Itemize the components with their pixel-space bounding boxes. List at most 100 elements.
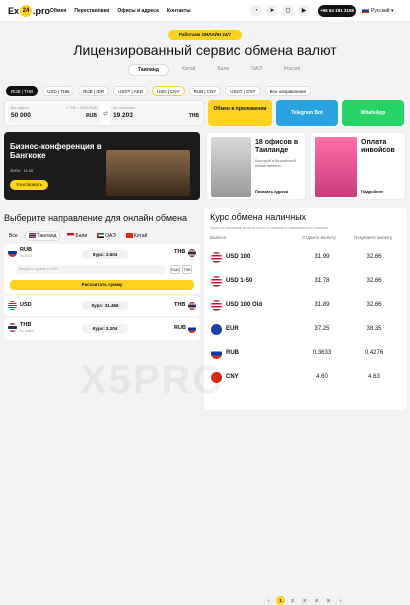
russia-flag-icon bbox=[8, 248, 17, 257]
pair-chips: RUB | THB USD | THB RUB | IDR USDT | AED… bbox=[6, 86, 311, 96]
filter-bali[interactable]: Бали bbox=[64, 232, 90, 240]
rate-row: RUB 0.3633 0.4276 bbox=[204, 344, 407, 364]
tab-uae[interactable]: ОАЭ bbox=[242, 64, 271, 76]
phone-button[interactable]: +66 64 181 3158 bbox=[318, 5, 356, 17]
youtube-icon[interactable]: ▶ bbox=[298, 5, 310, 17]
filter-all[interactable]: Все bbox=[6, 232, 21, 240]
direction-row-expanded[interactable]: RUB по СБП Курс: 2.604 THB Введите сумму… bbox=[4, 244, 200, 294]
invoice-title: Оплата инвойсов bbox=[361, 139, 395, 154]
participate-button[interactable]: Участвовать bbox=[10, 180, 49, 190]
col-buy: Покупаете валюту bbox=[354, 235, 393, 240]
page-1[interactable]: 1 bbox=[276, 596, 285, 605]
rates-title: Курс обмена наличных bbox=[210, 212, 307, 222]
nav-permutations[interactable]: Перестановки bbox=[74, 8, 109, 14]
offices-subtitle: Быстрый и безопасный обмен валюты bbox=[255, 159, 297, 168]
main-nav: Обмен Перестановки Офисы и адреса Контак… bbox=[50, 8, 190, 14]
instagram-icon[interactable]: ◻ bbox=[282, 5, 294, 17]
direction-title: Выберите направление для онлайн обмена bbox=[4, 213, 188, 223]
page-5[interactable]: 5 bbox=[324, 596, 333, 605]
pair-chip[interactable]: RUB | CNY bbox=[188, 86, 222, 96]
nav-offices[interactable]: Офисы и адреса bbox=[117, 8, 159, 14]
currency-toggle-rub[interactable]: RUB bbox=[170, 265, 180, 274]
invoice-more-link[interactable]: Подробнее bbox=[361, 189, 383, 194]
invoice-photo bbox=[315, 137, 357, 197]
logo[interactable]: Ex 24 .pro bbox=[8, 5, 50, 17]
language-selector[interactable]: Русский ▾ bbox=[362, 5, 402, 17]
app-exchange-button[interactable]: Обмен в приложении bbox=[208, 100, 272, 126]
page-3[interactable]: 3 bbox=[300, 596, 309, 605]
amount-input[interactable]: Введите сумму в RUB bbox=[16, 265, 166, 274]
pair-chip[interactable]: RUB | THB bbox=[6, 86, 39, 96]
offices-card[interactable]: 18 офисов в Таиланде Быстрый и безопасны… bbox=[206, 132, 306, 200]
tab-china[interactable]: Китай bbox=[173, 64, 205, 76]
next-page-icon[interactable]: › bbox=[336, 596, 345, 605]
usa-flag-icon bbox=[211, 300, 222, 311]
prev-page-icon[interactable]: ‹ bbox=[264, 596, 273, 605]
conference-date: 30/04 · 11:00 bbox=[10, 168, 34, 173]
thailand-flag-icon bbox=[188, 302, 196, 310]
rate-row: USD 1-50 31.78 32.66 bbox=[204, 272, 407, 292]
country-tabs: Таиланд Китай Бали ОАЭ Россия bbox=[128, 64, 309, 76]
indonesia-flag-icon bbox=[67, 233, 75, 239]
telegram-icon[interactable]: ➤ bbox=[266, 5, 278, 17]
usa-flag-icon bbox=[8, 301, 17, 310]
usa-flag-icon bbox=[211, 252, 222, 263]
thailand-flag-icon bbox=[8, 323, 17, 332]
cash-rates-panel: Курс обмена наличных Курсы на наличные в… bbox=[204, 208, 407, 605]
invoice-card[interactable]: Оплата инвойсов Подробнее bbox=[310, 132, 406, 200]
russia-flag-icon bbox=[362, 8, 369, 14]
currency-toggle-thb[interactable]: THB bbox=[182, 265, 192, 274]
pair-chip[interactable]: USD | CNY bbox=[151, 86, 185, 96]
swap-arrow-icon[interactable]: ⇄ bbox=[103, 110, 108, 117]
rate-row: USD 100 31.99 32.66 bbox=[204, 248, 407, 268]
pair-chip[interactable]: USDT | CNY bbox=[225, 86, 261, 96]
logo-text-pre: Ex bbox=[8, 6, 20, 16]
get-amount[interactable]: 19 203 bbox=[113, 112, 199, 119]
rates-subtitle: Курсы на наличные валюты могут отличатьс… bbox=[210, 226, 328, 230]
whatsapp-button[interactable]: WhatsApp bbox=[342, 100, 404, 126]
direction-row[interactable]: THB по online Курс: 2.204 RUB bbox=[4, 318, 200, 340]
page-4[interactable]: 4 bbox=[312, 596, 321, 605]
page-2[interactable]: 2 bbox=[288, 596, 297, 605]
telegram-bot-button[interactable]: Telegram Bot bbox=[276, 100, 338, 126]
office-photo bbox=[211, 137, 251, 197]
get-field[interactable]: Вы получаете 19 203 THB bbox=[110, 104, 202, 124]
pagination: ‹ 1 2 3 4 5 › bbox=[264, 596, 345, 605]
tab-thailand[interactable]: Таиланд bbox=[128, 64, 169, 76]
offices-title: 18 офисов в Таиланде bbox=[255, 139, 299, 154]
nav-exchange[interactable]: Обмен bbox=[50, 8, 66, 14]
pair-chip[interactable]: RUB | IDR bbox=[78, 86, 110, 96]
whatsapp-icon[interactable]: ◔ bbox=[250, 5, 262, 17]
exchange-calculator: Вы отдаете 1 THB = 2.604 RUB 50 000 RUB … bbox=[4, 100, 204, 126]
tab-russia[interactable]: Россия bbox=[275, 64, 309, 76]
thailand-flag-icon bbox=[28, 233, 36, 239]
direction-row[interactable]: USD Курс: 31.466 THB bbox=[4, 296, 200, 316]
rate-row: USD 100 Old 31.89 32.66 bbox=[204, 296, 407, 316]
online-badge: Работаем ОНЛАЙН 24/7 bbox=[168, 30, 242, 40]
filter-china[interactable]: Китай bbox=[123, 232, 151, 240]
all-directions-chip[interactable]: Все направления bbox=[264, 86, 311, 96]
eu-flag-icon bbox=[211, 324, 222, 335]
china-flag-icon bbox=[125, 233, 133, 239]
nav-contacts[interactable]: Контакты bbox=[167, 8, 191, 14]
tab-bali[interactable]: Бали bbox=[208, 64, 238, 76]
conference-banner[interactable]: Бизнес-конференция в Бангкоке 30/04 · 11… bbox=[4, 132, 200, 200]
pair-chip[interactable]: USD | THB bbox=[42, 86, 75, 96]
rate-row: EUR 37.25 38.35 bbox=[204, 320, 407, 340]
col-currency: Валюта bbox=[210, 235, 226, 240]
col-give: Отдаете валюту bbox=[302, 235, 336, 240]
pair-chip[interactable]: USDT | AED bbox=[113, 86, 148, 96]
logo-text-post: .pro bbox=[33, 6, 51, 16]
calculate-button[interactable]: Рассчитать сумму bbox=[10, 280, 194, 290]
show-addresses-link[interactable]: Показать адреса bbox=[255, 189, 288, 194]
uae-flag-icon bbox=[97, 233, 105, 239]
conference-title: Бизнес-конференция в Бангкоке bbox=[10, 142, 102, 160]
conference-photo bbox=[106, 150, 190, 196]
russia-flag-icon bbox=[188, 325, 196, 333]
give-field[interactable]: Вы отдаете 1 THB = 2.604 RUB 50 000 RUB bbox=[8, 104, 100, 124]
direction-filters: Все Таиланд Бали ОАЭ Китай bbox=[6, 231, 150, 241]
filter-thailand[interactable]: Таиланд bbox=[24, 231, 61, 241]
usa-flag-icon bbox=[211, 276, 222, 287]
give-amount[interactable]: 50 000 bbox=[11, 112, 97, 119]
filter-uae[interactable]: ОАЭ bbox=[94, 232, 119, 240]
